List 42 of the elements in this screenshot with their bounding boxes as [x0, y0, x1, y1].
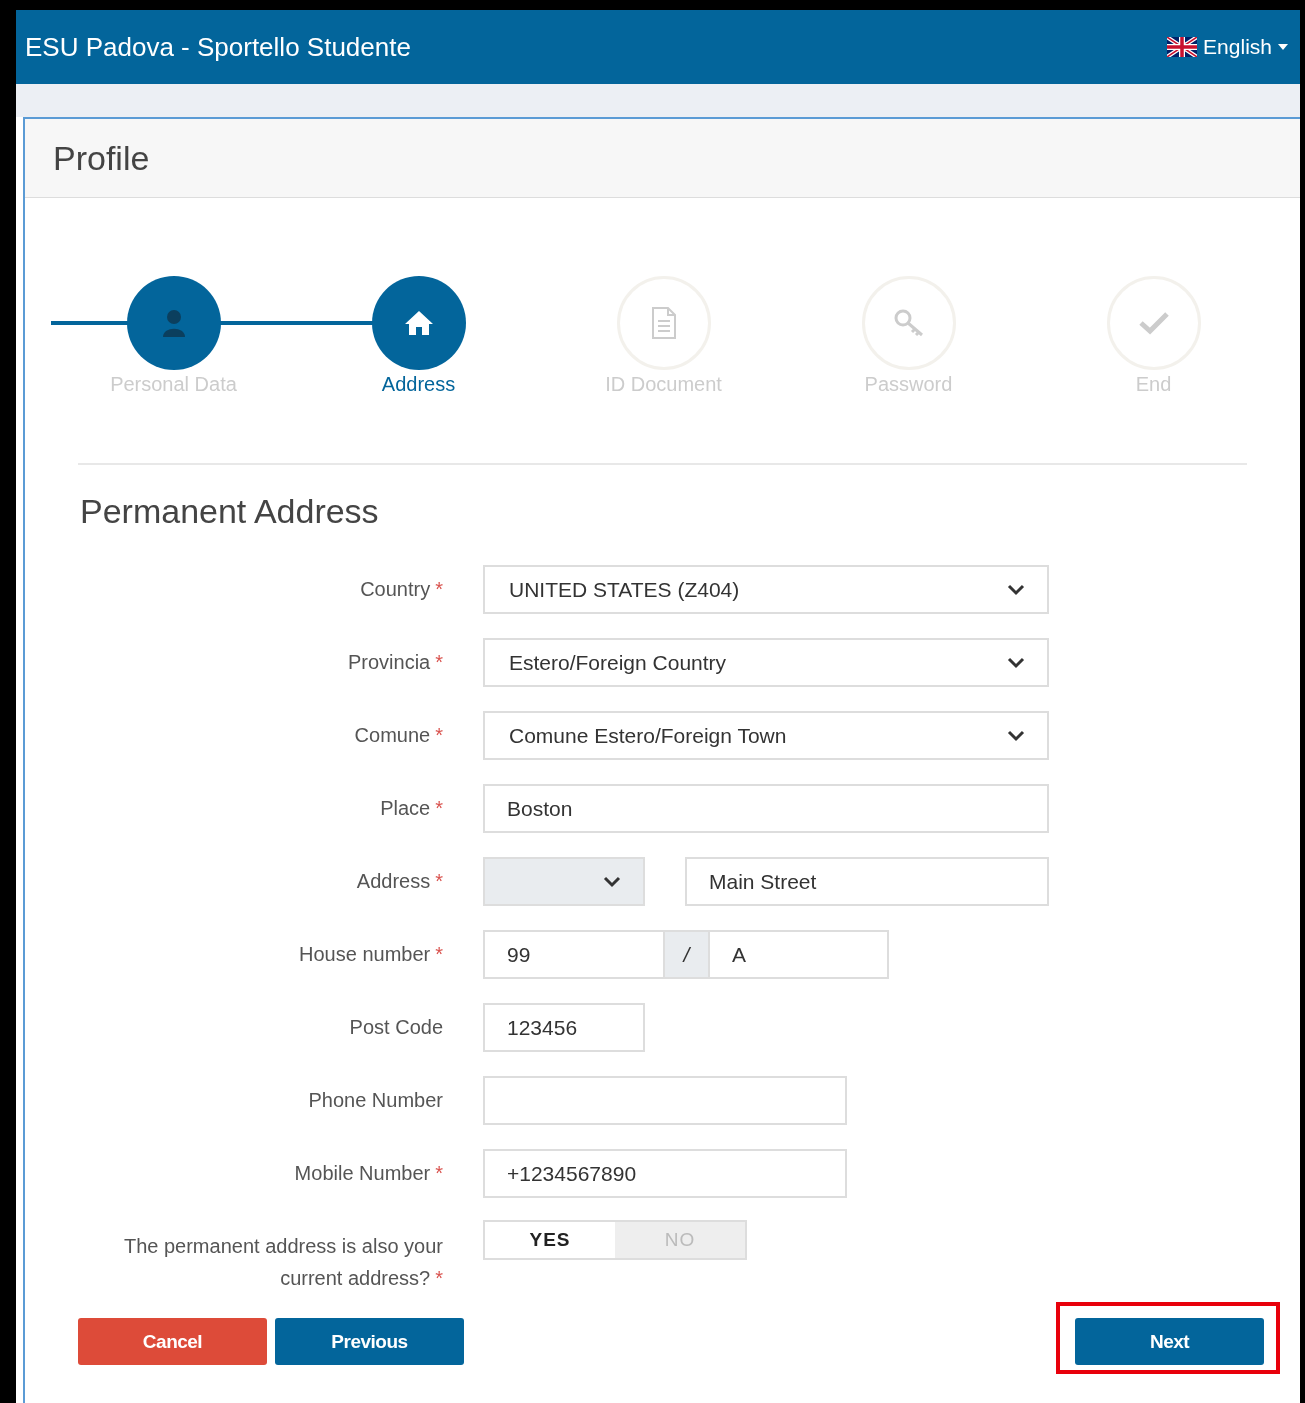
uk-flag-icon	[1167, 37, 1198, 57]
field-label: The permanent address is also your current address? *	[122, 1234, 443, 1291]
panel-title: Profile	[53, 138, 150, 178]
field-label: Place *	[380, 796, 443, 821]
app-title: ESU Padova - Sportello Studente	[25, 31, 411, 63]
select-field[interactable]: UNITED STATES (Z404)	[483, 565, 1049, 614]
user-icon	[161, 309, 186, 337]
select-field[interactable]	[483, 857, 645, 906]
chevron-down-icon	[1007, 729, 1025, 742]
check-icon	[1138, 311, 1169, 335]
language-menu[interactable]: English	[1203, 35, 1272, 59]
field-label: Address *	[356, 869, 443, 894]
key-icon	[892, 308, 925, 338]
field-label: House number *	[299, 942, 443, 967]
field-label: Mobile Number *	[294, 1161, 443, 1186]
field-label: Country *	[360, 577, 443, 602]
action-button[interactable]: Cancel	[78, 1318, 267, 1365]
input-field[interactable]	[483, 1076, 847, 1125]
input-field[interactable]: 123456	[483, 1003, 645, 1052]
chevron-down-icon	[603, 875, 621, 888]
chevron-down-icon	[1007, 656, 1025, 669]
input-field[interactable]: 99	[483, 930, 665, 979]
input-field[interactable]: +1234567890	[483, 1149, 847, 1198]
caret-icon	[1278, 44, 1288, 50]
document-icon	[650, 307, 677, 339]
input-field[interactable]: A	[708, 930, 889, 979]
input-field[interactable]: Main Street	[685, 857, 1049, 906]
field-label: Comune *	[354, 723, 443, 748]
home-icon	[403, 310, 434, 336]
input-field[interactable]: Boston	[483, 784, 1049, 833]
select-field[interactable]: Comune Estero/Foreign Town	[483, 711, 1049, 760]
chevron-down-icon	[1007, 583, 1025, 596]
field-label: Phone Number	[308, 1088, 443, 1113]
step-label: Address	[381, 373, 456, 396]
toggle-option[interactable]: YES	[485, 1222, 615, 1258]
field-label: Provincia *	[347, 650, 443, 675]
action-button[interactable]: Next	[1075, 1318, 1264, 1365]
section-title: Permanent Address	[80, 491, 380, 531]
action-button[interactable]: Previous	[275, 1318, 464, 1365]
field-label: Post Code	[349, 1015, 443, 1040]
select-field[interactable]: Estero/Foreign Country	[483, 638, 1049, 687]
separator-label: /	[665, 930, 708, 979]
